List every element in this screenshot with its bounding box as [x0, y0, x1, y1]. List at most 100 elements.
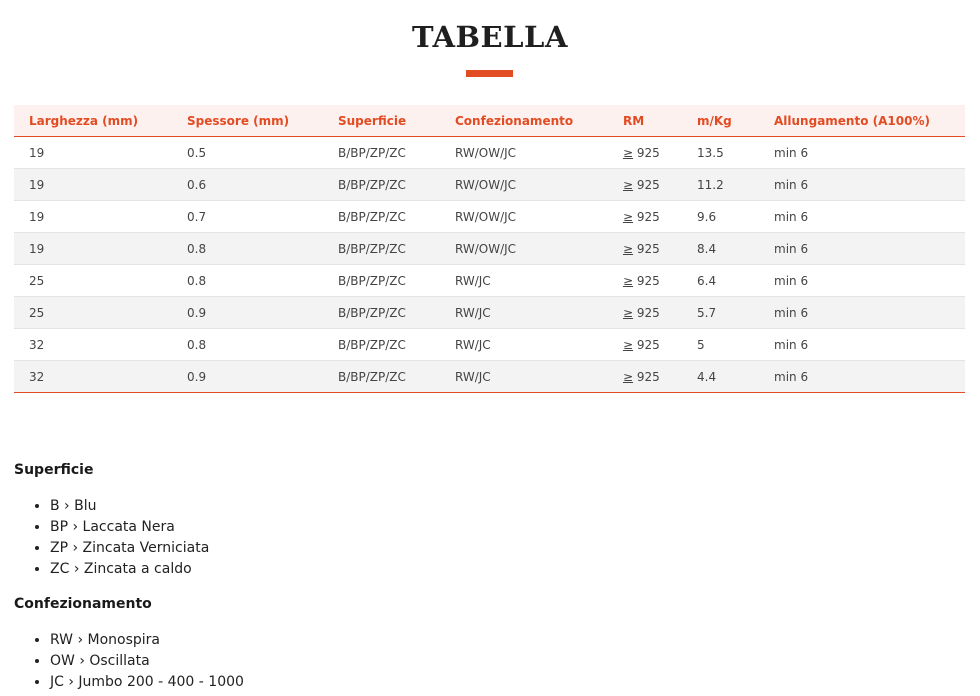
cell-allungamento: min 6	[759, 360, 965, 393]
geq-symbol: ≥	[623, 337, 634, 352]
rm-value: 925	[636, 337, 660, 352]
cell-confezionamento: RW/OW/JC	[440, 200, 608, 233]
cell-mkg: 5	[682, 328, 759, 361]
cell-larghezza: 19	[14, 200, 172, 233]
header-rm: RM	[608, 105, 682, 137]
rm-value: 925	[636, 209, 660, 224]
geq-symbol: ≥	[623, 177, 634, 192]
cell-larghezza: 19	[14, 136, 172, 169]
list-item: ZP › Zincata Verniciata	[50, 538, 209, 559]
geq-symbol: ≥	[623, 305, 634, 320]
table-row: 19 0.8 B/BP/ZP/ZC RW/OW/JC ≥ 925 8.4 min…	[14, 232, 965, 265]
list-item: OW › Oscillata	[50, 651, 244, 672]
cell-larghezza: 19	[14, 168, 172, 201]
cell-rm: ≥ 925	[608, 264, 682, 297]
header-confezionamento: Confezionamento	[440, 105, 608, 137]
cell-spessore: 0.8	[172, 264, 323, 297]
cell-superficie: B/BP/ZP/ZC	[323, 296, 440, 329]
header-spessore: Spessore (mm)	[172, 105, 323, 137]
header-mkg: m/Kg	[682, 105, 759, 137]
cell-mkg: 11.2	[682, 168, 759, 201]
list-item: BP › Laccata Nera	[50, 517, 209, 538]
cell-mkg: 8.4	[682, 232, 759, 265]
cell-allungamento: min 6	[759, 328, 965, 361]
cell-rm: ≥ 925	[608, 200, 682, 233]
cell-rm: ≥ 925	[608, 168, 682, 201]
cell-rm: ≥ 925	[608, 296, 682, 329]
cell-allungamento: min 6	[759, 264, 965, 297]
cell-spessore: 0.7	[172, 200, 323, 233]
cell-spessore: 0.8	[172, 232, 323, 265]
spec-table: Larghezza (mm) Spessore (mm) Superficie …	[14, 105, 965, 393]
cell-superficie: B/BP/ZP/ZC	[323, 136, 440, 169]
cell-allungamento: min 6	[759, 136, 965, 169]
cell-confezionamento: RW/JC	[440, 360, 608, 393]
cell-larghezza: 32	[14, 328, 172, 361]
cell-larghezza: 19	[14, 232, 172, 265]
cell-allungamento: min 6	[759, 296, 965, 329]
cell-confezionamento: RW/OW/JC	[440, 168, 608, 201]
rm-value: 925	[636, 177, 660, 192]
list-item: B › Blu	[50, 496, 209, 517]
cell-confezionamento: RW/OW/JC	[440, 232, 608, 265]
table-row: 19 0.7 B/BP/ZP/ZC RW/OW/JC ≥ 925 9.6 min…	[14, 200, 965, 233]
header-allungamento: Allungamento (A100%)	[759, 105, 965, 137]
cell-superficie: B/BP/ZP/ZC	[323, 232, 440, 265]
table-row: 32 0.8 B/BP/ZP/ZC RW/JC ≥ 925 5 min 6	[14, 328, 965, 361]
title-underline	[466, 70, 513, 77]
table-row: 25 0.8 B/BP/ZP/ZC RW/JC ≥ 925 6.4 min 6	[14, 264, 965, 297]
cell-rm: ≥ 925	[608, 232, 682, 265]
list-item: ZC › Zincata a caldo	[50, 559, 209, 580]
geq-symbol: ≥	[623, 145, 634, 160]
rm-value: 925	[636, 241, 660, 256]
confezionamento-heading: Confezionamento	[14, 596, 152, 612]
table-row: 32 0.9 B/BP/ZP/ZC RW/JC ≥ 925 4.4 min 6	[14, 360, 965, 393]
geq-symbol: ≥	[623, 241, 634, 256]
geq-symbol: ≥	[623, 273, 634, 288]
cell-allungamento: min 6	[759, 200, 965, 233]
confezionamento-list: RW › Monospira OW › Oscillata JC › Jumbo…	[14, 630, 244, 693]
table-row: 19 0.5 B/BP/ZP/ZC RW/OW/JC ≥ 925 13.5 mi…	[14, 136, 965, 169]
geq-symbol: ≥	[623, 369, 634, 384]
superficie-list: B › Blu BP › Laccata Nera ZP › Zincata V…	[14, 496, 209, 580]
cell-mkg: 13.5	[682, 136, 759, 169]
cell-mkg: 5.7	[682, 296, 759, 329]
list-item: RW › Monospira	[50, 630, 244, 651]
cell-confezionamento: RW/JC	[440, 296, 608, 329]
cell-mkg: 6.4	[682, 264, 759, 297]
superficie-heading: Superficie	[14, 462, 94, 478]
rm-value: 925	[636, 273, 660, 288]
cell-larghezza: 25	[14, 296, 172, 329]
table-row: 19 0.6 B/BP/ZP/ZC RW/OW/JC ≥ 925 11.2 mi…	[14, 168, 965, 201]
cell-spessore: 0.9	[172, 360, 323, 393]
cell-rm: ≥ 925	[608, 360, 682, 393]
cell-superficie: B/BP/ZP/ZC	[323, 328, 440, 361]
header-superficie: Superficie	[323, 105, 440, 137]
cell-allungamento: min 6	[759, 232, 965, 265]
cell-mkg: 4.4	[682, 360, 759, 393]
cell-spessore: 0.5	[172, 136, 323, 169]
geq-symbol: ≥	[623, 209, 634, 224]
cell-spessore: 0.9	[172, 296, 323, 329]
rm-value: 925	[636, 305, 660, 320]
cell-confezionamento: RW/JC	[440, 328, 608, 361]
table-row: 25 0.9 B/BP/ZP/ZC RW/JC ≥ 925 5.7 min 6	[14, 296, 965, 329]
cell-superficie: B/BP/ZP/ZC	[323, 264, 440, 297]
header-larghezza: Larghezza (mm)	[14, 105, 172, 137]
table-header-row: Larghezza (mm) Spessore (mm) Superficie …	[14, 105, 965, 137]
cell-larghezza: 32	[14, 360, 172, 393]
rm-value: 925	[636, 145, 660, 160]
cell-spessore: 0.8	[172, 328, 323, 361]
cell-superficie: B/BP/ZP/ZC	[323, 360, 440, 393]
page-title: TABELLA	[412, 20, 568, 54]
cell-larghezza: 25	[14, 264, 172, 297]
list-item: JC › Jumbo 200 - 400 - 1000	[50, 672, 244, 693]
cell-superficie: B/BP/ZP/ZC	[323, 200, 440, 233]
cell-mkg: 9.6	[682, 200, 759, 233]
cell-rm: ≥ 925	[608, 328, 682, 361]
cell-spessore: 0.6	[172, 168, 323, 201]
cell-confezionamento: RW/JC	[440, 264, 608, 297]
cell-superficie: B/BP/ZP/ZC	[323, 168, 440, 201]
cell-confezionamento: RW/OW/JC	[440, 136, 608, 169]
cell-allungamento: min 6	[759, 168, 965, 201]
